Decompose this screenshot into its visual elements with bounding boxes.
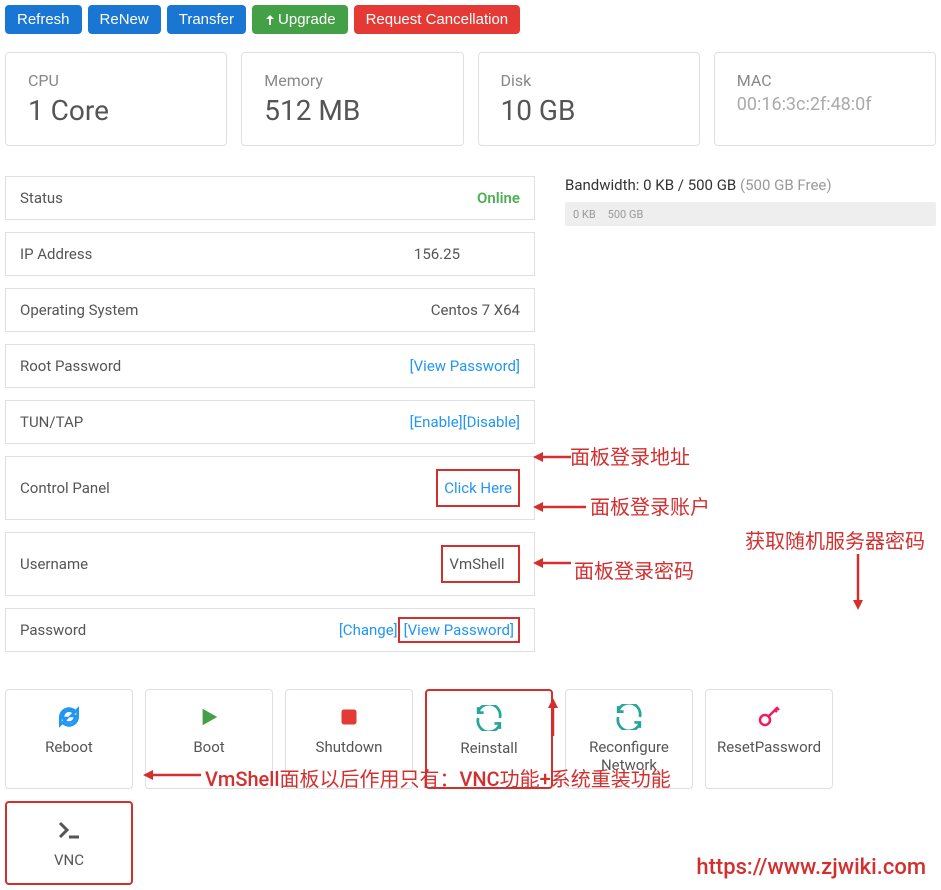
bandwidth-label: Bandwidth: 0 KB / 500 GB (500 GB Free) [565, 176, 936, 194]
reboot-icon [56, 704, 82, 730]
arrow-up-icon [264, 14, 276, 26]
os-value: Centos 7 X64 [431, 301, 520, 319]
mac-value: 00:16:3c:2f:48:0f [737, 94, 913, 115]
tuntap-label: TUN/TAP [20, 413, 83, 431]
password-label: Password [20, 621, 86, 639]
os-label: Operating System [20, 301, 138, 319]
bandwidth-total: 500 GB [608, 208, 644, 221]
cpu-label: CPU [28, 71, 204, 90]
tuntap-row: TUN/TAP [Enable][Disable] [5, 400, 535, 444]
status-label: Status [20, 189, 63, 207]
username-value: VmShell [441, 545, 520, 583]
control-panel-row: Control Panel Click Here [5, 456, 535, 520]
refresh-button[interactable]: Refresh [5, 5, 82, 34]
reconfigure-network-button[interactable]: Reconfigure Network [565, 689, 693, 789]
vnc-button[interactable]: VNC [5, 801, 133, 885]
upgrade-label: Upgrade [278, 11, 336, 28]
renew-button[interactable]: ReNew [88, 5, 161, 34]
os-row: Operating System Centos 7 X64 [5, 288, 535, 332]
control-panel-link[interactable]: Click Here [436, 469, 520, 507]
control-panel-label: Control Panel [20, 479, 110, 497]
reboot-label: Reboot [45, 738, 93, 756]
network-icon [616, 704, 642, 730]
reinstall-icon [476, 705, 502, 731]
boot-label: Boot [193, 738, 224, 756]
disk-card: Disk 10 GB [478, 52, 700, 146]
status-value: Online [477, 189, 520, 207]
ip-row: IP Address 156.25 [5, 232, 535, 276]
vnc-label: VNC [54, 851, 84, 869]
request-cancellation-button[interactable]: Request Cancellation [354, 5, 521, 34]
cpu-card: CPU 1 Core [5, 52, 227, 146]
mac-label: MAC [737, 71, 913, 90]
tuntap-enable-link[interactable]: [Enable] [410, 413, 463, 431]
status-row: Status Online [5, 176, 535, 220]
rootpw-view-link[interactable]: [View Password] [410, 357, 520, 375]
terminal-icon [56, 817, 82, 843]
disk-label: Disk [501, 71, 677, 90]
memory-label: Memory [264, 71, 440, 90]
bandwidth-used: 0 KB [573, 208, 596, 221]
memory-value: 512 MB [264, 94, 440, 127]
ip-label: IP Address [20, 245, 92, 263]
username-row: Username VmShell [5, 532, 535, 596]
reset-password-button[interactable]: ResetPassword [705, 689, 833, 789]
reinstall-button[interactable]: Reinstall [425, 689, 553, 789]
watermark: https://www.zjwiki.com [696, 855, 926, 880]
upgrade-button[interactable]: Upgrade [252, 5, 348, 34]
shutdown-button[interactable]: Shutdown [285, 689, 413, 789]
tuntap-disable-link[interactable]: [Disable] [463, 413, 520, 431]
reboot-button[interactable]: Reboot [5, 689, 133, 789]
boot-button[interactable]: Boot [145, 689, 273, 789]
mac-card: MAC 00:16:3c:2f:48:0f [714, 52, 936, 146]
rootpw-row: Root Password [View Password] [5, 344, 535, 388]
resetpw-label: ResetPassword [717, 738, 821, 756]
reinstall-label: Reinstall [460, 739, 517, 757]
ip-value: 156.25 [414, 245, 520, 263]
shutdown-label: Shutdown [316, 738, 383, 756]
reconfigure-label: Reconfigure Network [572, 738, 686, 774]
key-icon [756, 704, 782, 730]
stop-icon [336, 704, 362, 730]
memory-card: Memory 512 MB [241, 52, 463, 146]
password-row: Password [Change][View Password] [5, 608, 535, 652]
password-change-link[interactable]: [Change] [339, 621, 398, 639]
password-view-link[interactable]: [View Password] [398, 617, 520, 643]
disk-value: 10 GB [501, 94, 677, 127]
cpu-value: 1 Core [28, 94, 204, 127]
username-label: Username [20, 555, 88, 573]
bandwidth-bar: 0 KB 500 GB [565, 202, 936, 226]
rootpw-label: Root Password [20, 357, 121, 375]
transfer-button[interactable]: Transfer [167, 5, 246, 34]
play-icon [196, 704, 222, 730]
